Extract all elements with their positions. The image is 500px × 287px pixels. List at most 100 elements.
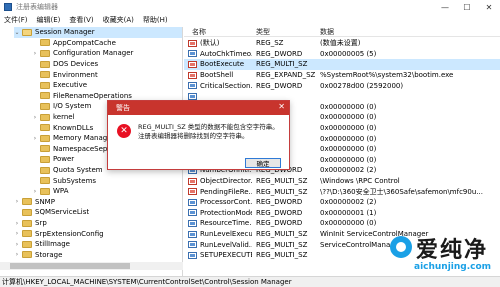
chevron-right-icon[interactable]: › xyxy=(14,251,20,258)
value-name: ProtectionMode xyxy=(200,208,252,217)
value-row[interactable]: ProtectionMode REG_DWORD 0x00000001 (1) xyxy=(184,208,500,219)
tree-item-label: FileRenameOperations xyxy=(53,91,132,100)
tree-item-label: Storage xyxy=(35,250,63,259)
dialog-message: REG_MULTI_SZ 类型的数据不能包含空字符串。 注册表编辑器将删除找到的… xyxy=(138,123,279,141)
chevron-right-icon[interactable]: › xyxy=(32,50,38,57)
window-controls: — ☐ ✕ xyxy=(434,0,500,14)
value-type: REG_DWORD xyxy=(256,49,303,58)
value-row[interactable]: ProcessorCont... REG_DWORD 0x00000002 (2) xyxy=(184,197,500,208)
value-name: ResourceTime... xyxy=(200,219,252,228)
dialog-close-button[interactable]: ✕ xyxy=(278,102,285,111)
dialog-title: 警告 xyxy=(116,104,130,112)
folder-icon xyxy=(40,60,50,68)
value-data: 0x00000000 (0) xyxy=(320,145,377,154)
tree-item[interactable]: › Storage xyxy=(14,250,182,261)
tree-horizontal-scrollbar[interactable] xyxy=(0,262,183,270)
folder-icon xyxy=(40,92,50,100)
tree-item[interactable]: › Srp xyxy=(14,218,182,229)
tree-item[interactable]: › SNMP xyxy=(14,197,182,208)
warning-dialog: 警告 ✕ ✕ REG_MULTI_SZ 类型的数据不能包含空字符串。 注册表编辑… xyxy=(107,100,290,171)
chevron-right-icon[interactable]: › xyxy=(14,230,20,237)
tree-item[interactable]: DOS Devices xyxy=(32,59,182,70)
menu-help[interactable]: 帮助(H) xyxy=(143,15,168,25)
list-header: 名称 类型 数据 xyxy=(184,27,500,37)
chevron-down-icon[interactable]: ⌄ xyxy=(14,29,20,36)
value-row[interactable]: ResourceTime... REG_DWORD 0x00000000 (0) xyxy=(184,218,500,229)
binary-value-icon xyxy=(188,92,197,100)
tree-item[interactable]: › WPA xyxy=(32,186,182,197)
tree-item[interactable]: SQMServiceList xyxy=(14,207,182,218)
column-type[interactable]: 类型 xyxy=(256,27,270,37)
value-name: CriticalSection... xyxy=(200,81,252,90)
value-row[interactable]: BootExecute REG_MULTI_SZ xyxy=(184,59,500,70)
chevron-right-icon[interactable]: › xyxy=(32,114,38,121)
value-type: REG_MULTI_SZ xyxy=(256,240,308,249)
folder-icon xyxy=(40,113,50,121)
tree-item[interactable]: AppCompatCache xyxy=(32,38,182,49)
value-name: RunLevelValid... xyxy=(200,240,252,249)
tree-item-label: Quota System xyxy=(53,166,103,175)
menu-favorites[interactable]: 收藏夹(A) xyxy=(103,15,134,25)
value-row[interactable]: BootShell REG_EXPAND_SZ %SystemRoot%\syste… xyxy=(184,70,500,81)
value-type: REG_MULTI_SZ xyxy=(256,230,308,239)
tree-item[interactable]: › SrpExtensionConfig xyxy=(14,228,182,239)
binary-value-icon xyxy=(188,251,197,259)
tree-item[interactable]: Environment xyxy=(32,69,182,80)
tree-item[interactable]: › StillImage xyxy=(14,239,182,250)
menu-view[interactable]: 查看(V) xyxy=(69,15,93,25)
chevron-right-icon[interactable]: › xyxy=(32,135,38,142)
folder-icon xyxy=(22,240,32,248)
binary-value-icon xyxy=(188,230,197,238)
minimize-button[interactable]: — xyxy=(434,0,456,14)
tree-item[interactable]: › Configuration Manager xyxy=(32,48,182,59)
value-type: REG_MULTI_SZ xyxy=(256,177,308,186)
binary-value-icon xyxy=(188,82,197,90)
tree-item-label: Executive xyxy=(53,81,88,90)
chevron-right-icon[interactable]: › xyxy=(14,220,20,227)
value-data: 0x00000000 (0) xyxy=(320,102,377,111)
value-type: REG_MULTI_SZ xyxy=(256,251,308,260)
value-name: BootShell xyxy=(200,71,234,80)
chevron-right-icon[interactable]: › xyxy=(14,241,20,248)
scrollbar-thumb[interactable] xyxy=(10,263,130,269)
column-data[interactable]: 数据 xyxy=(320,27,334,37)
watermark-logo-icon xyxy=(390,236,412,258)
value-name: PendingFileRe... xyxy=(200,187,252,196)
value-row[interactable]: AutoChkTimeo... REG_DWORD 0x00000005 (5) xyxy=(184,49,500,60)
value-type: REG_SZ xyxy=(256,39,284,48)
chevron-right-icon[interactable]: › xyxy=(14,198,20,205)
tree-item-label: KnownDLLs xyxy=(53,123,94,132)
close-button[interactable]: ✕ xyxy=(478,0,500,14)
tree-item-label: SrpExtensionConfig xyxy=(35,229,104,238)
value-name: ProcessorCont... xyxy=(200,198,252,207)
tree-item-label: Srp xyxy=(35,219,47,228)
value-data: \Windows \RPC Control xyxy=(320,177,400,186)
value-type: REG_DWORD xyxy=(256,198,303,207)
column-name[interactable]: 名称 xyxy=(192,27,206,37)
value-row[interactable]: ObjectDirector... REG_MULTI_SZ \Windows \R… xyxy=(184,176,500,187)
value-row[interactable]: CriticalSection... REG_DWORD 0x00278d00 (2… xyxy=(184,80,500,91)
title-bar: 注册表编辑器 — ☐ ✕ xyxy=(0,0,500,14)
folder-icon xyxy=(22,28,32,36)
maximize-button[interactable]: ☐ xyxy=(456,0,478,14)
folder-icon xyxy=(40,124,50,132)
value-data: 0x00000002 (2) xyxy=(320,198,377,207)
tree-item-label: DOS Devices xyxy=(53,60,99,69)
tree-item-label: WPA xyxy=(53,187,69,196)
menu-edit[interactable]: 编辑(E) xyxy=(37,15,61,25)
ok-button[interactable]: 确定 xyxy=(245,158,281,168)
tree-item[interactable]: ⌄ Session Manager xyxy=(14,27,182,38)
tree-item-label: SubSystems xyxy=(53,176,97,185)
value-type: REG_DWORD xyxy=(256,219,303,228)
chevron-right-icon[interactable]: › xyxy=(32,188,38,195)
value-name: BootExecute xyxy=(200,60,245,69)
tree-item[interactable]: SubSystems xyxy=(32,175,182,186)
value-row[interactable]: PendingFileRe... REG_MULTI_SZ \??\D:\360安全… xyxy=(184,186,500,197)
watermark: 爱纯净 aichunjing.com xyxy=(390,232,498,276)
tree-item[interactable]: Executive xyxy=(32,80,182,91)
value-row[interactable]: (默认) REG_SZ (数值未设置) xyxy=(184,38,500,49)
tree-item-label: Environment xyxy=(53,70,98,79)
tree-item-label: Session Manager xyxy=(35,28,95,37)
menu-file[interactable]: 文件(F) xyxy=(4,15,28,25)
value-data: 0x00000002 (2) xyxy=(320,166,377,175)
